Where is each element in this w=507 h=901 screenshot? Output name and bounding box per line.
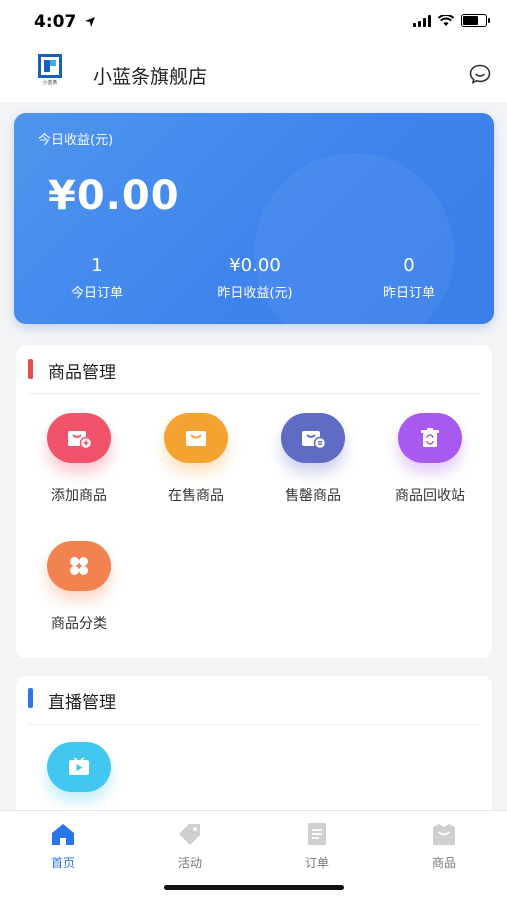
logo-text: 小蓝条 bbox=[42, 80, 58, 86]
add-product-icon bbox=[47, 413, 111, 463]
status-indicators bbox=[413, 14, 490, 27]
tag-icon bbox=[179, 824, 200, 845]
tab-label: 活动 bbox=[177, 856, 202, 870]
live-video-icon bbox=[47, 742, 111, 792]
item-label: 售罄商品 bbox=[285, 488, 341, 504]
on-sale-products-button[interactable]: 在售商品 bbox=[141, 413, 251, 505]
status-bar: 4:07 bbox=[0, 0, 507, 46]
add-product-button[interactable]: 添加商品 bbox=[24, 413, 134, 505]
sold-out-bag-icon bbox=[281, 413, 345, 463]
wifi-icon bbox=[438, 14, 454, 26]
store-name: 小蓝条旗舰店 bbox=[93, 66, 208, 88]
item-label: 商品回收站 bbox=[395, 488, 465, 504]
cellular-signal-icon bbox=[413, 14, 431, 27]
item-label: 添加商品 bbox=[51, 488, 107, 504]
divider bbox=[28, 393, 480, 394]
tab-orders[interactable]: 订单 bbox=[272, 821, 362, 871]
battery-icon bbox=[461, 14, 490, 27]
tab-activity[interactable]: 活动 bbox=[145, 821, 235, 871]
store-logo: 小蓝条 bbox=[32, 54, 68, 96]
order-icon bbox=[308, 823, 326, 845]
item-label: 商品分类 bbox=[51, 616, 107, 632]
live-stream-button[interactable] bbox=[24, 742, 134, 792]
chat-bubble-icon[interactable] bbox=[469, 64, 491, 84]
stat-label: 今日订单 bbox=[70, 286, 123, 301]
sold-out-products-button[interactable]: 售罄商品 bbox=[258, 413, 368, 505]
tab-label: 商品 bbox=[431, 856, 456, 870]
section-accent-bar bbox=[28, 359, 33, 379]
stat-yesterday-orders[interactable]: 0 昨日订单 bbox=[334, 255, 484, 301]
logo-mark-icon bbox=[38, 54, 62, 78]
home-indicator bbox=[164, 885, 344, 890]
tab-products[interactable]: 商品 bbox=[399, 821, 489, 871]
section-title: 商品管理 bbox=[48, 363, 116, 383]
earnings-card: 今日收益(元) ¥0.00 1 今日订单 ¥0.00 昨日收益(元) 0 昨日订… bbox=[14, 113, 494, 324]
product-icon bbox=[433, 824, 455, 845]
stat-value: 1 bbox=[91, 255, 103, 276]
stat-label: 昨日收益(元) bbox=[217, 286, 293, 301]
location-arrow-icon bbox=[85, 17, 96, 27]
stat-value: 0 bbox=[403, 255, 415, 276]
today-earnings-amount: ¥0.00 bbox=[48, 173, 180, 219]
recycle-bin-icon bbox=[398, 413, 462, 463]
home-icon bbox=[52, 824, 74, 845]
divider bbox=[28, 724, 480, 725]
on-sale-bag-icon bbox=[164, 413, 228, 463]
item-label: 在售商品 bbox=[168, 488, 224, 504]
category-grid-icon bbox=[47, 541, 111, 591]
stat-label: 昨日订单 bbox=[382, 286, 435, 301]
stat-yesterday-earnings[interactable]: ¥0.00 昨日收益(元) bbox=[180, 255, 330, 301]
tab-home[interactable]: 首页 bbox=[18, 821, 108, 871]
stat-today-orders[interactable]: 1 今日订单 bbox=[22, 255, 172, 301]
section-accent-bar bbox=[28, 688, 33, 708]
time-text: 4:07 bbox=[34, 12, 77, 32]
stat-value: ¥0.00 bbox=[229, 255, 281, 276]
today-earnings-label: 今日收益(元) bbox=[38, 133, 114, 148]
section-title: 直播管理 bbox=[48, 693, 116, 713]
product-management-section: 商品管理 添加商品 在售商品 售罄商品 商品回收站 商品分类 bbox=[16, 345, 492, 658]
product-category-button[interactable]: 商品分类 bbox=[24, 541, 134, 633]
status-time: 4:07 bbox=[34, 12, 96, 32]
product-recycle-bin-button[interactable]: 商品回收站 bbox=[375, 413, 485, 505]
store-header: 小蓝条 小蓝条旗舰店 bbox=[0, 46, 507, 102]
tab-label: 首页 bbox=[50, 856, 75, 870]
tab-label: 订单 bbox=[304, 856, 329, 870]
